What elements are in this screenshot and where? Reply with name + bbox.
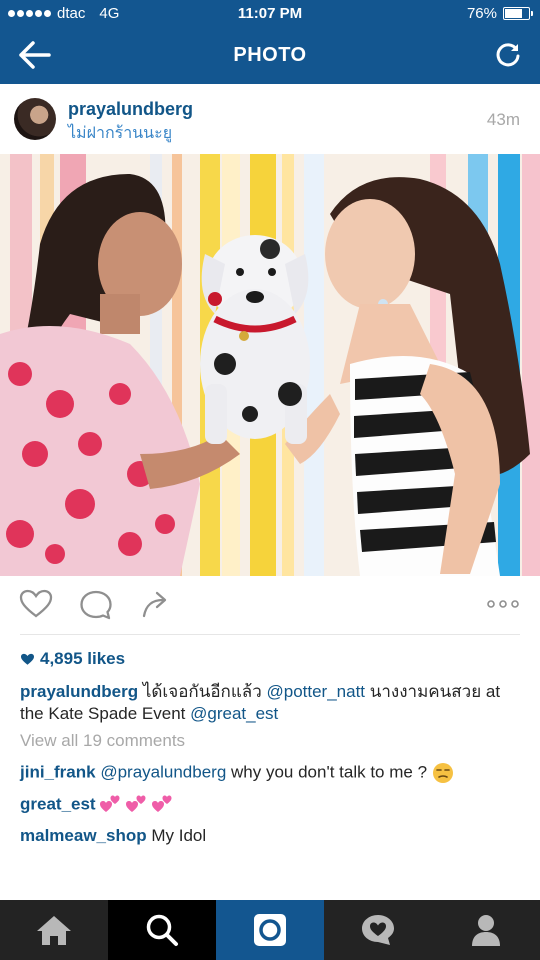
post-age: 43m <box>486 110 520 129</box>
comment-username[interactable]: malmeaw_shop <box>20 826 147 845</box>
small-heart-icon <box>21 653 34 665</box>
view-all-comments-link[interactable]: View all 19 comments <box>20 731 185 751</box>
status-bar: dtac 4G 11:07 PM 76% <box>0 0 540 28</box>
post-location[interactable]: ไม่ฝากร้านนะยู <box>68 121 172 146</box>
tab-camera[interactable] <box>216 900 324 960</box>
share-icon[interactable] <box>141 589 171 619</box>
comment-username[interactable]: jini_frank <box>20 762 96 781</box>
comment-mention[interactable]: @prayalundberg <box>100 762 226 781</box>
tab-activity[interactable] <box>324 900 432 960</box>
comment-item: great_est <box>20 794 176 816</box>
tab-search[interactable] <box>108 900 216 960</box>
tab-home[interactable] <box>0 900 108 960</box>
caption: prayalundberg ได้เจอกันอีกแล้ว @potter_n… <box>20 681 525 725</box>
unamused-face-icon <box>432 763 453 783</box>
status-time: 11:07 PM <box>237 5 303 22</box>
post-header: prayalundberg ไม่ฝากร้านนะยู 43m <box>0 84 540 154</box>
likes-label: 4,895 likes <box>40 649 126 668</box>
two-hearts-icon <box>100 795 172 812</box>
comment-text: My Idol <box>151 826 207 845</box>
photo-illustration <box>0 154 540 576</box>
header: dtac 4G 11:07 PM 76% PHOTO <box>0 0 540 84</box>
battery-percent: 76% <box>466 5 497 22</box>
comment-text: why you don't talk to me ? <box>231 762 428 782</box>
tab-bar <box>0 900 540 960</box>
likes-count[interactable]: 4,895 likes <box>20 649 125 669</box>
comment-item: jini_frank @prayalundberg why you don't … <box>20 762 454 784</box>
more-options-icon[interactable] <box>486 599 520 609</box>
nav-bar: PHOTO <box>0 28 540 84</box>
caption-username[interactable]: prayalundberg <box>20 682 138 701</box>
battery-info: 76% <box>466 5 533 22</box>
page-title: PHOTO <box>233 44 307 66</box>
post-username[interactable]: prayalundberg <box>68 99 193 120</box>
battery-icon <box>503 7 533 20</box>
caption-text-1: ได้เจอกันอีกแล้ว <box>142 682 262 701</box>
caption-mention-2[interactable]: @great_est <box>190 704 278 723</box>
heart-icon[interactable] <box>19 589 53 619</box>
home-icon <box>37 916 71 945</box>
battery-fill <box>505 9 523 18</box>
heart-bubble-icon <box>362 915 394 945</box>
camera-icon <box>254 914 286 946</box>
comment-item: malmeaw_shop My Idol <box>20 826 206 846</box>
profile-icon <box>472 915 500 946</box>
comment-username[interactable]: great_est <box>20 794 96 813</box>
divider <box>20 634 520 635</box>
search-icon <box>146 914 178 946</box>
post-actions <box>0 576 540 634</box>
tab-profile[interactable] <box>432 900 540 960</box>
comment-icon[interactable] <box>79 589 113 621</box>
caption-mention-1[interactable]: @potter_natt <box>266 682 365 701</box>
refresh-icon[interactable] <box>494 41 522 69</box>
avatar[interactable] <box>14 98 56 140</box>
post-photo[interactable] <box>0 154 540 576</box>
